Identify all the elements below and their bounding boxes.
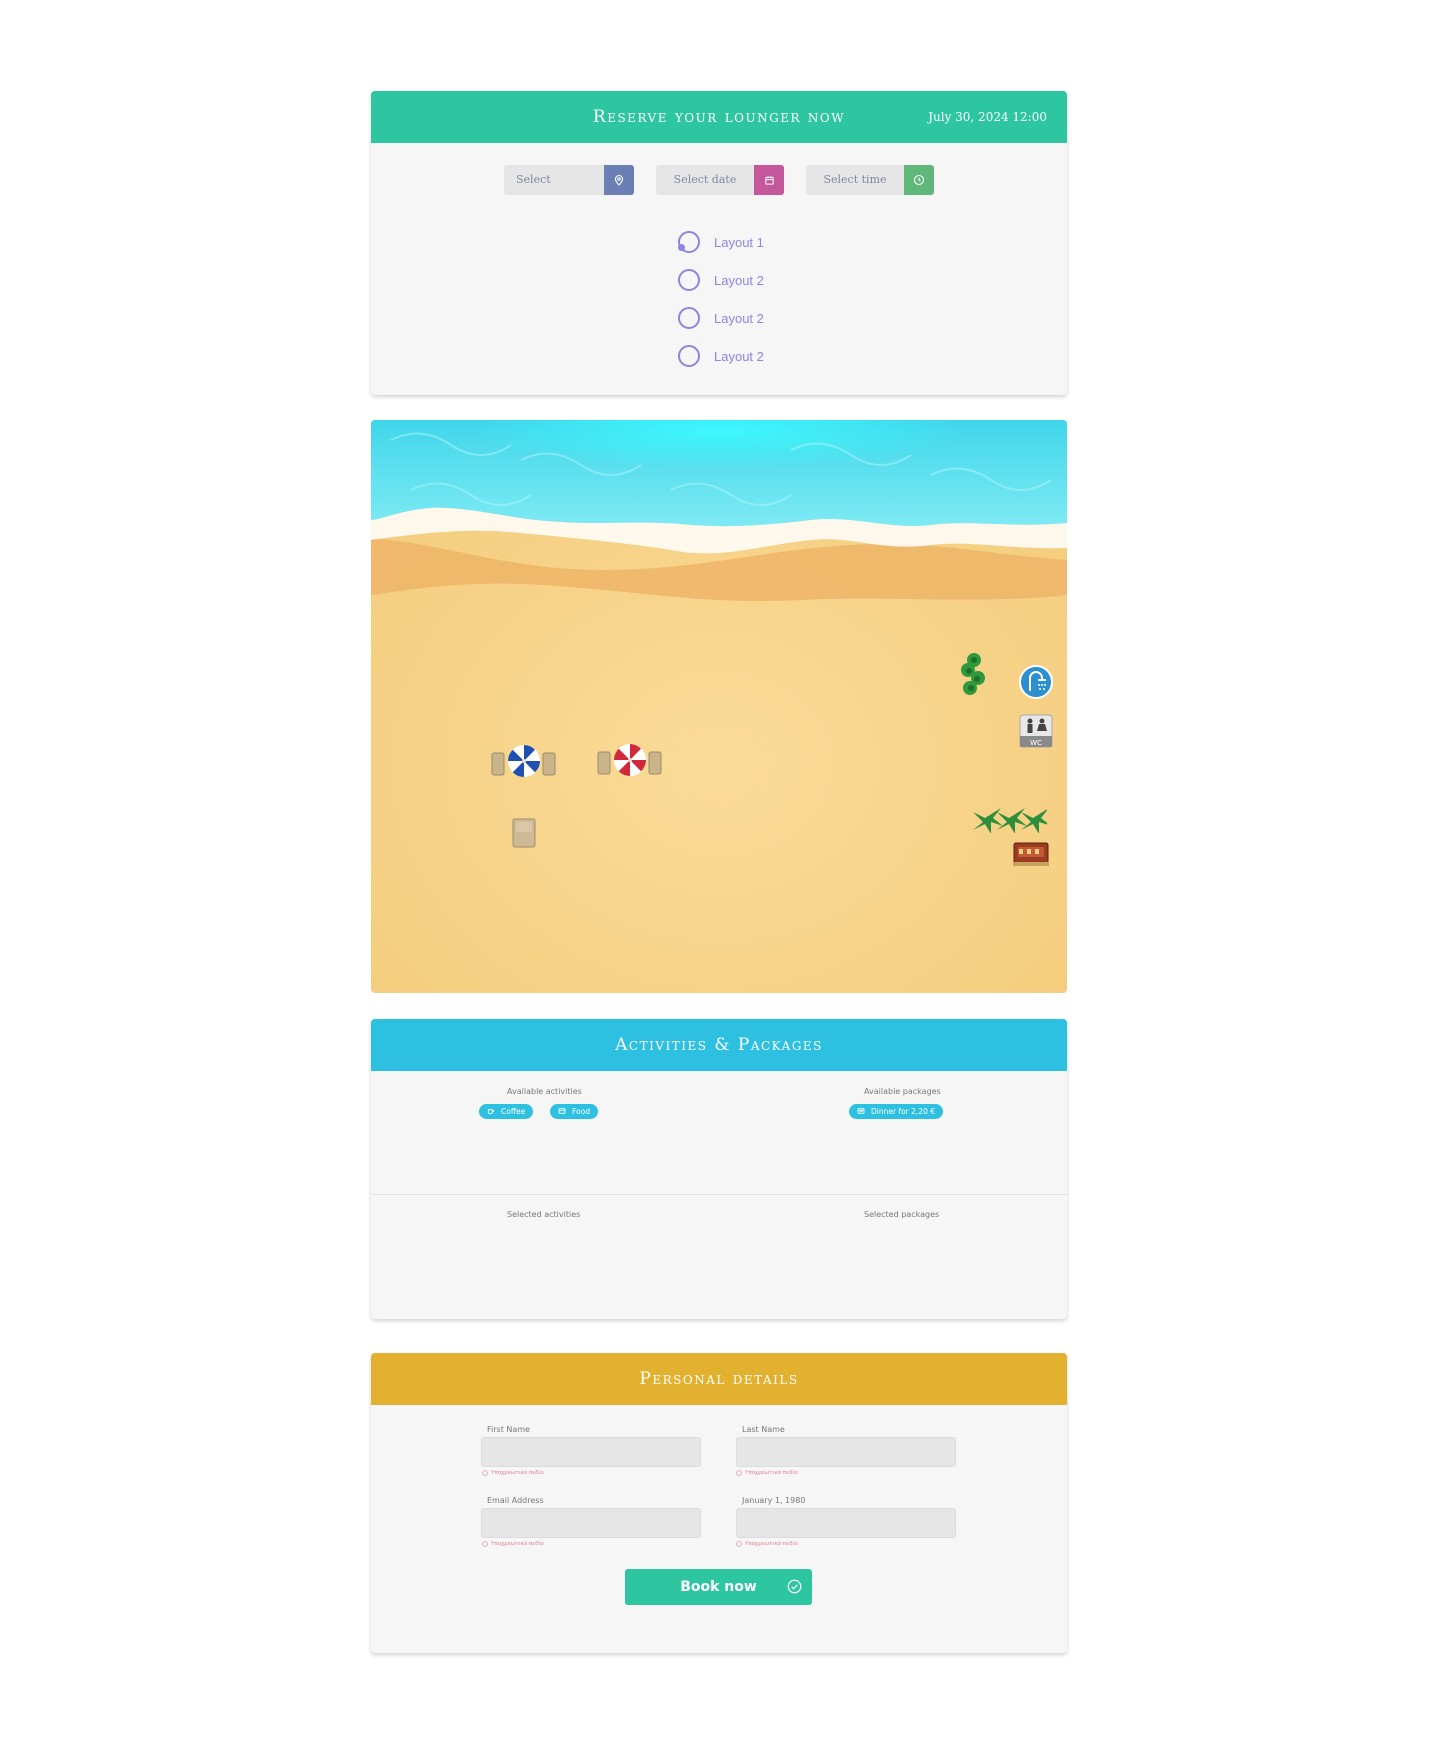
- layout-option-1[interactable]: Layout 1: [678, 223, 764, 261]
- selected-packages-title: Selected packages: [864, 1210, 940, 1219]
- package-chip-label: Dinner for 2,20 €: [871, 1107, 935, 1116]
- available-packages-title: Available packages: [864, 1087, 941, 1096]
- layout-option-4[interactable]: Layout 2: [678, 337, 764, 375]
- layout-label: Layout 2: [714, 272, 764, 288]
- birth-date-label: January 1, 1980: [742, 1496, 806, 1505]
- error-icon: [482, 1470, 488, 1476]
- shower-icon[interactable]: [1019, 665, 1053, 699]
- first-name-label: First Name: [487, 1425, 530, 1434]
- activity-chip-label: Food: [572, 1107, 590, 1116]
- error-text: Υποχρεωτικό πεδίο: [745, 1541, 798, 1547]
- food-icon: [558, 1107, 566, 1117]
- last-name-label: Last Name: [742, 1425, 785, 1434]
- activities-header: Activities & Packages: [371, 1019, 1067, 1071]
- error-text: Υποχρεωτικό πεδίο: [491, 1541, 544, 1547]
- select-location-button[interactable]: Select location: [504, 165, 634, 195]
- wc-label: WC: [1030, 739, 1042, 747]
- beach-bar-icon[interactable]: [1013, 841, 1049, 867]
- calendar-icon: [754, 165, 784, 195]
- birth-date-error: Υποχρεωτικό πεδίο: [736, 1541, 798, 1547]
- email-field[interactable]: [481, 1508, 701, 1538]
- layout-label: Layout 2: [714, 310, 764, 326]
- personal-details-title: Personal details: [639, 1369, 799, 1389]
- dinner-icon: [857, 1107, 865, 1117]
- error-icon: [736, 1541, 742, 1547]
- select-date-label: Select date: [673, 173, 737, 186]
- birth-date-field[interactable]: [736, 1508, 956, 1538]
- select-date-button[interactable]: Select date: [656, 165, 784, 195]
- email-label: Email Address: [487, 1496, 544, 1505]
- package-chip-dinner[interactable]: Dinner for 2,20 €: [849, 1104, 943, 1119]
- activities-divider: [371, 1194, 1067, 1195]
- error-icon: [736, 1470, 742, 1476]
- radio-button[interactable]: [678, 307, 700, 329]
- selected-activities-title: Selected activities: [507, 1210, 581, 1219]
- red-umbrella-icon[interactable]: [597, 744, 663, 778]
- select-time-label: Select time: [823, 173, 887, 186]
- palm-trees-icon[interactable]: [971, 803, 1051, 834]
- radio-selected-dot: [678, 244, 685, 251]
- layout-option-2[interactable]: Layout 2: [678, 261, 764, 299]
- book-now-label: Book now: [680, 1579, 757, 1595]
- clock-icon: [904, 165, 934, 195]
- activity-chip-food[interactable]: Food: [550, 1104, 598, 1119]
- activity-chip-label: Coffee: [501, 1107, 526, 1116]
- error-icon: [482, 1541, 488, 1547]
- available-activities-title: Available activities: [507, 1087, 582, 1096]
- map-pin-icon: [604, 165, 634, 195]
- select-location-label: Select location: [516, 173, 551, 186]
- wc-icon[interactable]: WC: [1019, 714, 1053, 748]
- reservation-card: Reserve your lounger now July 30, 2024 1…: [371, 91, 1067, 395]
- select-time-button[interactable]: Select time: [806, 165, 934, 195]
- activity-chip-coffee[interactable]: Coffee: [479, 1104, 534, 1119]
- beach-map-canvas: [371, 420, 1067, 993]
- radio-button[interactable]: [678, 231, 700, 253]
- layout-radio-group: Layout 1 Layout 2 Layout 2 Layout 2: [678, 223, 764, 375]
- radio-button[interactable]: [678, 269, 700, 291]
- check-circle-icon: [787, 1579, 802, 1598]
- activities-title: Activities & Packages: [615, 1035, 823, 1055]
- last-name-error: Υποχρεωτικό πεδίο: [736, 1470, 798, 1476]
- coffee-icon: [487, 1107, 495, 1117]
- error-text: Υποχρεωτικό πεδίο: [491, 1470, 544, 1476]
- book-now-button[interactable]: Book now: [625, 1569, 812, 1605]
- layout-label: Layout 1: [714, 234, 764, 250]
- activities-card: Activities & Packages Available activiti…: [371, 1019, 1067, 1319]
- personal-details-card: Personal details First Name Υποχρεωτικό …: [371, 1353, 1067, 1653]
- reservation-title: Reserve your lounger now: [592, 107, 846, 127]
- radio-button[interactable]: [678, 345, 700, 367]
- reservation-header: Reserve your lounger now July 30, 2024 1…: [371, 91, 1067, 143]
- current-datetime: July 30, 2024 12:00: [928, 110, 1047, 124]
- first-name-field[interactable]: [481, 1437, 701, 1467]
- tree-icon[interactable]: [958, 652, 990, 698]
- layout-label: Layout 2: [714, 348, 764, 364]
- layout-option-3[interactable]: Layout 2: [678, 299, 764, 337]
- error-text: Υποχρεωτικό πεδίο: [745, 1470, 798, 1476]
- personal-details-header: Personal details: [371, 1353, 1067, 1405]
- selectors-row: Select location Select date Select time: [371, 165, 1067, 195]
- first-name-error: Υποχρεωτικό πεδίο: [482, 1470, 544, 1476]
- blue-umbrella-icon[interactable]: [491, 745, 557, 779]
- email-error: Υποχρεωτικό πεδίο: [482, 1541, 544, 1547]
- last-name-field[interactable]: [736, 1437, 956, 1467]
- beach-map[interactable]: WC: [371, 420, 1067, 993]
- sunbed-icon[interactable]: [512, 818, 536, 848]
